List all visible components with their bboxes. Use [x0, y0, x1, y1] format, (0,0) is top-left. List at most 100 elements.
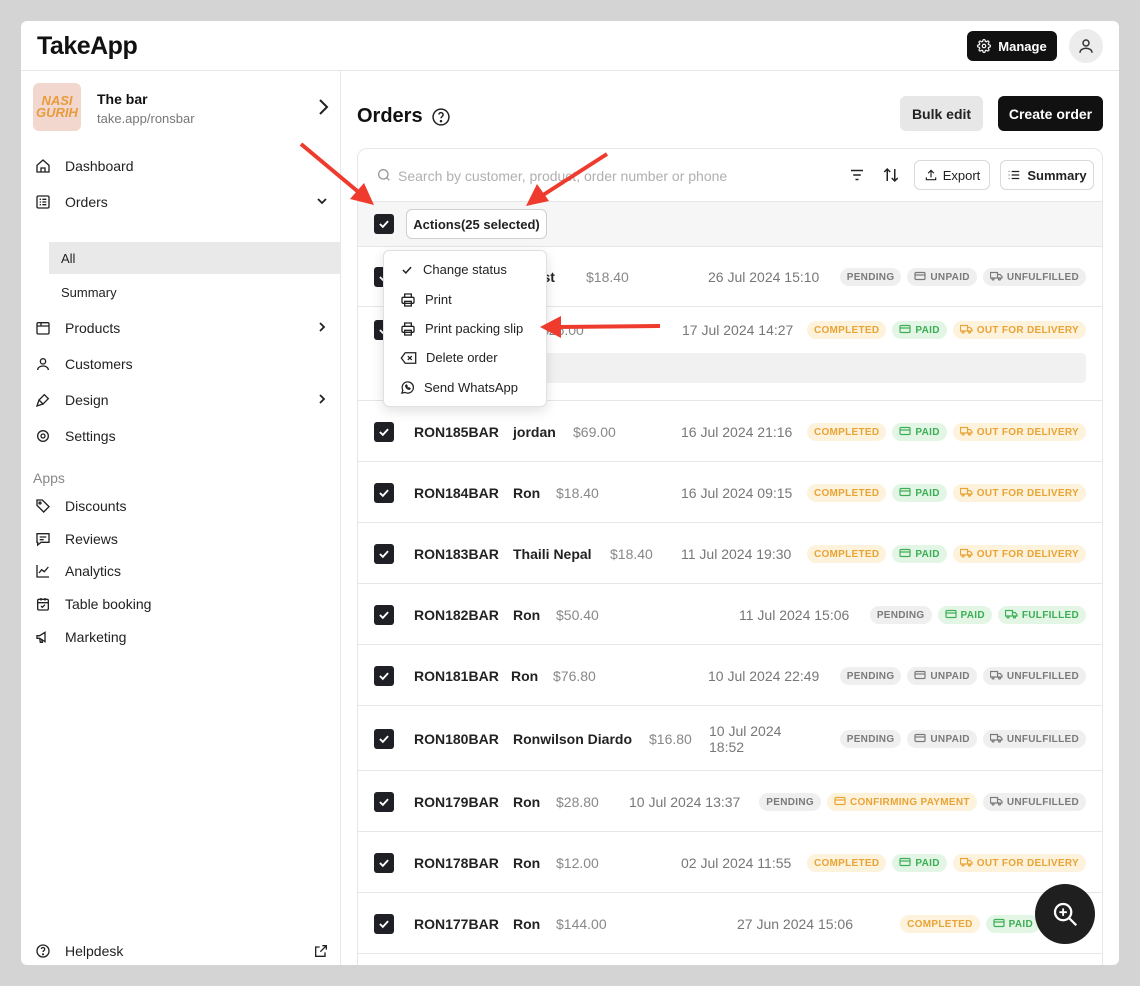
bulk-action-row: Actions(25 selected) [358, 202, 1102, 247]
sidebar-item-customers[interactable]: Customers [33, 348, 341, 380]
fulfillment-badge: UNFULFILLED [982, 268, 1086, 286]
row-checkbox[interactable] [374, 544, 394, 564]
order-number[interactable]: RON183BAR [414, 546, 499, 562]
menu-item-print-packing-slip[interactable]: Print packing slip [384, 314, 546, 343]
sort-icon[interactable] [882, 166, 900, 184]
order-date: 16 Jul 2024 09:15 [681, 485, 793, 501]
sidebar-item-helpdesk[interactable]: Helpdesk [33, 935, 341, 965]
row-checkbox[interactable] [374, 914, 394, 934]
table-row[interactable]: RON184BAR Ron $18.40 16 Jul 2024 09:15 COMPL… [358, 462, 1102, 523]
list-icon [1009, 170, 1020, 180]
table-row[interactable]: RON181BAR Ron $76.80 10 Jul 2024 22:49 PENDI… [358, 645, 1102, 706]
card-icon [944, 609, 957, 622]
ai-search-fab[interactable] [1035, 884, 1095, 944]
sidebar-item-label: Reviews [65, 531, 118, 547]
menu-item-delete-order[interactable]: Delete order [384, 343, 546, 372]
payment-badge-label: PAID [915, 324, 940, 336]
order-amount: $12.00 [556, 855, 599, 871]
menu-item-change-status[interactable]: Change status [384, 255, 546, 284]
row-checkbox[interactable] [374, 483, 394, 503]
order-number[interactable]: RON181BAR [414, 668, 499, 684]
payment-badge: PAID [892, 484, 947, 502]
apps-section-label: Apps [33, 470, 65, 486]
app-logo[interactable]: TakeApp [37, 32, 138, 61]
fulfillment-badge: FULFILLED [997, 606, 1086, 624]
row-checkbox[interactable] [374, 605, 394, 625]
sidebar-item-label: Orders [65, 194, 108, 210]
sidebar-subitem-summary[interactable]: Summary [49, 276, 341, 308]
help-icon[interactable] [431, 107, 451, 127]
sidebar-item-analytics[interactable]: Analytics [33, 555, 341, 587]
sidebar-item-reviews[interactable]: Reviews [33, 523, 341, 555]
search-input[interactable] [398, 165, 818, 187]
table-row[interactable]: RON180BAR Ronwilson Diardo $16.80 10 Jul 20… [358, 706, 1102, 771]
chevron-down-icon [317, 198, 327, 205]
sidebar-item-discounts[interactable]: Discounts [33, 490, 341, 522]
order-number[interactable]: RON178BAR [414, 855, 499, 871]
page-title-text: Orders [357, 105, 423, 127]
store-switcher[interactable]: NASI GURIH The bar take.app/ronsbar [33, 83, 333, 133]
customer-name: Ron [513, 916, 541, 932]
sidebar-item-orders[interactable]: Orders [33, 186, 341, 218]
row-checkbox[interactable] [374, 729, 394, 749]
payment-badge-label: PAID [1008, 918, 1033, 930]
table-row[interactable]: RON183BAR Thaili Nepal $18.40 11 Jul 2024 1… [358, 523, 1102, 584]
status-badges: COMPLETED PAID OUT FOR DELIVERY [806, 321, 1086, 339]
table-row[interactable]: RON178BAR Ron $12.00 02 Jul 2024 11:55 COMPL… [358, 832, 1102, 893]
check-icon [379, 859, 389, 868]
status-badges: PENDING UNPAID UNFULFILLED [839, 667, 1086, 685]
order-date: 27 Jun 2024 15:06 [737, 916, 853, 932]
sidebar-item-settings[interactable]: Settings [33, 420, 341, 452]
fulfillment-badge-label: OUT FOR DELIVERY [976, 548, 1079, 560]
table-row[interactable]: RON179BAR Ron $28.80 10 Jul 2024 13:37 PENDI… [358, 771, 1102, 832]
actions-dropdown-button[interactable]: Actions(25 selected) [406, 209, 547, 239]
fulfillment-badge: UNFULFILLED [982, 667, 1086, 685]
table-row[interactable]: RON185BAR jordan $69.00 16 Jul 2024 21:16 CO… [358, 401, 1102, 462]
order-number[interactable]: RON180BAR [414, 731, 499, 747]
search-bar: Export Summary [358, 149, 1102, 202]
filter-icon[interactable] [848, 166, 866, 184]
sidebar-item-dashboard[interactable]: Dashboard [33, 150, 341, 182]
order-number[interactable]: RON184BAR [414, 485, 499, 501]
order-amount: $18.40 [586, 269, 629, 285]
order-amount: $18.40 [556, 485, 599, 501]
sidebar-item-table-booking[interactable]: Table booking [33, 588, 341, 620]
row-checkbox[interactable] [374, 792, 394, 812]
select-all-checkbox[interactable] [374, 214, 394, 234]
table-row[interactable]: RON182BAR Ron $50.40 11 Jul 2024 15:06 PENDI… [358, 584, 1102, 645]
order-number[interactable]: RON182BAR [414, 607, 499, 623]
sidebar-subitem-all[interactable]: All [49, 242, 341, 274]
status-badge: COMPLETED [806, 321, 887, 339]
sidebar-item-marketing[interactable]: Marketing [33, 621, 341, 653]
customer-name: Ronwilson Diardo [513, 731, 632, 747]
user-avatar[interactable] [1069, 29, 1103, 63]
printer-icon [401, 292, 415, 307]
customer-name: jordan [513, 424, 556, 440]
row-checkbox[interactable] [374, 422, 394, 442]
create-order-button[interactable]: Create order [998, 96, 1103, 131]
summary-button[interactable]: Summary [1000, 160, 1094, 190]
order-number[interactable]: RON177BAR [414, 916, 499, 932]
status-badge: COMPLETED [806, 423, 887, 441]
menu-item-print[interactable]: Print [384, 285, 546, 314]
sidebar-item-design[interactable]: Design [33, 384, 341, 416]
order-number[interactable]: RON185BAR [414, 424, 499, 440]
payment-badge-label: UNPAID [930, 733, 970, 745]
payment-badge-label: PAID [915, 426, 940, 438]
truck-icon [959, 487, 973, 500]
sidebar-item-label: Marketing [65, 629, 127, 645]
payment-badge-label: UNPAID [930, 670, 970, 682]
order-date: 17 Jul 2024 14:27 [682, 322, 794, 338]
row-checkbox[interactable] [374, 853, 394, 873]
bulk-edit-button[interactable]: Bulk edit [900, 96, 983, 131]
manage-button[interactable]: Manage [967, 31, 1057, 61]
export-button[interactable]: Export [914, 160, 990, 190]
payment-badge: PAID [892, 854, 947, 872]
order-number[interactable]: RON179BAR [414, 794, 499, 810]
table-row[interactable]: RON177BAR Ron $144.00 27 Jun 2024 15:06 COMP… [358, 893, 1102, 954]
payment-badge-label: PAID [915, 487, 940, 499]
row-checkbox[interactable] [374, 666, 394, 686]
sidebar-item-products[interactable]: Products [33, 312, 341, 344]
menu-item-send-whatsapp[interactable]: Send WhatsApp [384, 373, 546, 402]
card-icon [993, 918, 1005, 931]
